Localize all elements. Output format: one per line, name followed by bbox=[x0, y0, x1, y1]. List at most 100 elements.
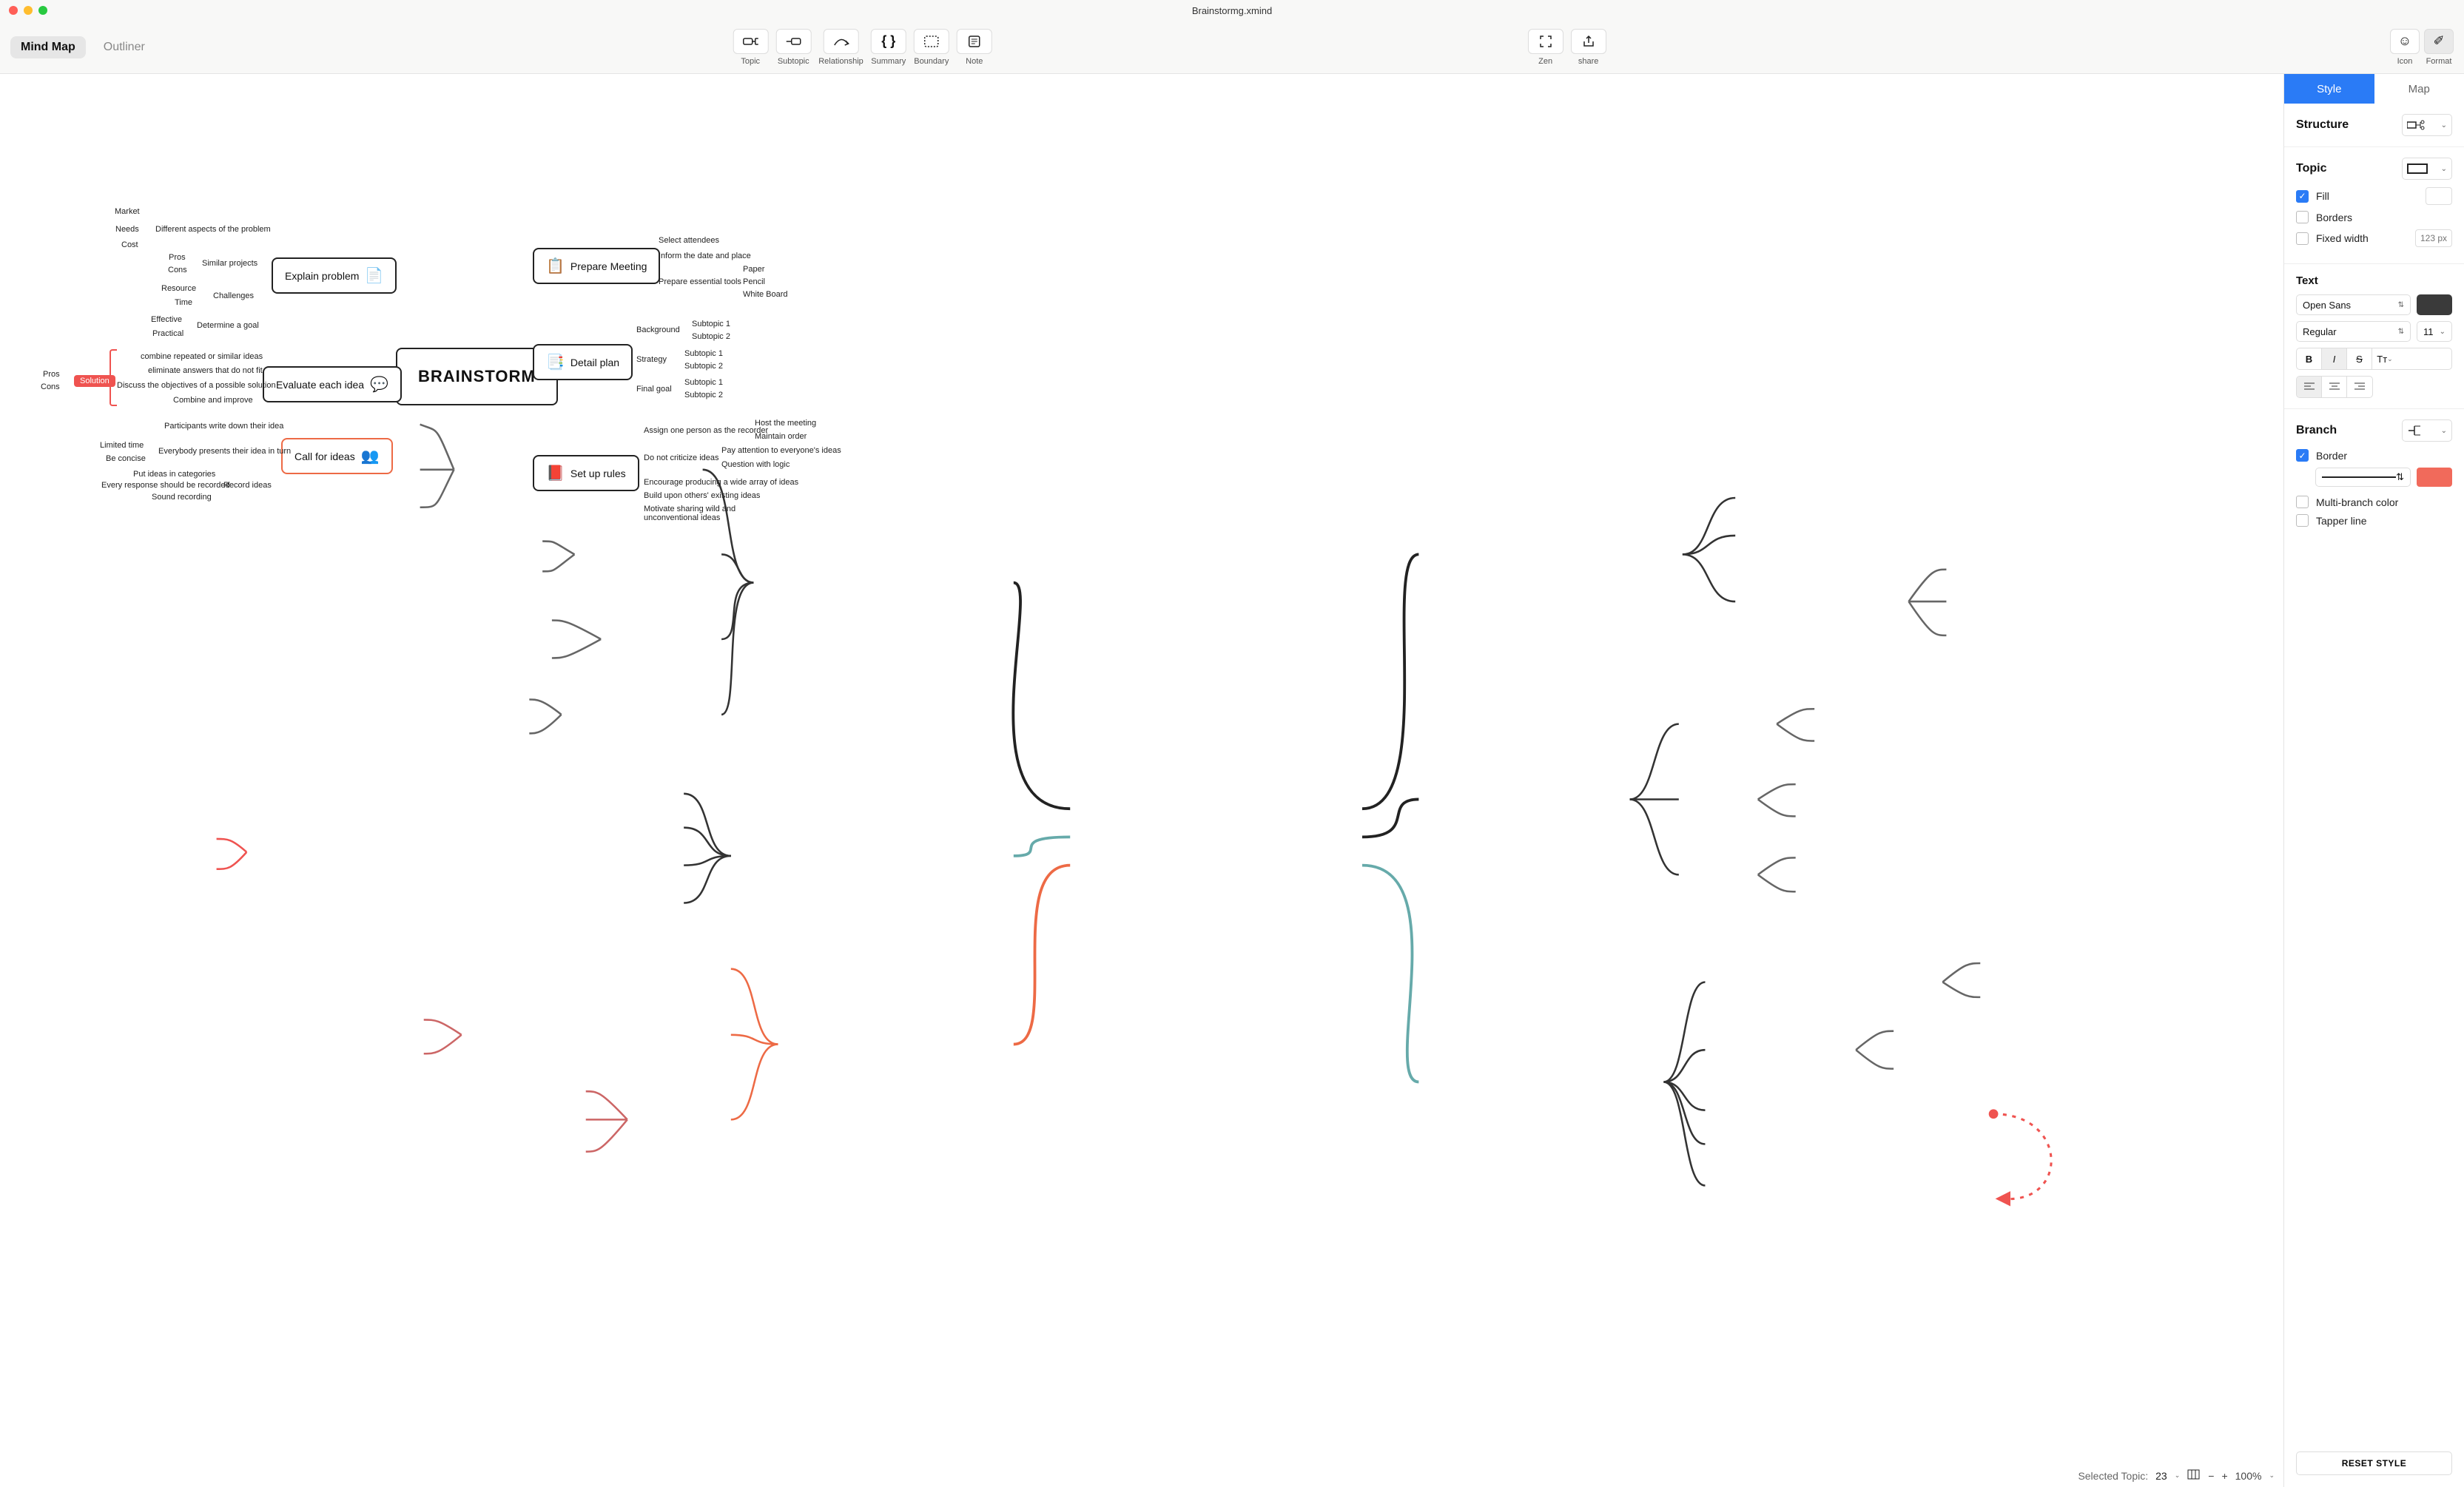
summary-button[interactable]: { } bbox=[871, 29, 906, 54]
font-size-select[interactable]: 11⌄ bbox=[2417, 321, 2452, 342]
structure-picker[interactable]: ⌄ bbox=[2402, 114, 2452, 136]
node-evaluate-each-idea[interactable]: Evaluate each idea 💬 bbox=[263, 366, 402, 402]
leaf[interactable]: Practical bbox=[152, 329, 184, 338]
subtopic-button[interactable] bbox=[775, 29, 811, 54]
leaf[interactable]: Subtopic 2 bbox=[692, 332, 730, 341]
subtopic[interactable]: Do not criticize ideas bbox=[644, 453, 719, 462]
leaf[interactable]: Pros bbox=[43, 370, 60, 379]
tab-mindmap[interactable]: Mind Map bbox=[10, 36, 86, 58]
subtopic[interactable]: Assign one person as the recorder bbox=[644, 426, 768, 435]
leaf[interactable]: Pay attention to everyone's ideas bbox=[721, 446, 841, 455]
subtopic[interactable]: eliminate answers that do not fit bbox=[148, 366, 263, 375]
font-weight-select[interactable]: Regular⇅ bbox=[2296, 321, 2411, 342]
border-checkbox[interactable]: ✓ bbox=[2296, 449, 2309, 462]
map-overview-icon[interactable] bbox=[2187, 1469, 2201, 1483]
leaf[interactable]: Maintain order bbox=[755, 432, 807, 441]
boundary-button[interactable] bbox=[914, 29, 949, 54]
leaf[interactable]: Subtopic 2 bbox=[684, 391, 723, 399]
text-case-button[interactable]: Tᴛ ⌄ bbox=[2372, 348, 2397, 369]
leaf[interactable]: Time bbox=[175, 298, 192, 307]
fixed-width-input[interactable] bbox=[2415, 229, 2452, 247]
leaf[interactable]: Pros bbox=[169, 253, 186, 262]
leaf[interactable]: Cons bbox=[41, 382, 60, 391]
tab-outliner[interactable]: Outliner bbox=[93, 36, 155, 58]
leaf[interactable]: Market bbox=[115, 207, 140, 216]
subtopic[interactable]: combine repeated or similar ideas bbox=[141, 352, 263, 361]
minimize-window-button[interactable] bbox=[24, 6, 33, 15]
leaf[interactable]: Host the meeting bbox=[755, 419, 816, 428]
leaf[interactable]: Cons bbox=[168, 266, 187, 274]
fill-checkbox[interactable]: ✓ bbox=[2296, 190, 2309, 203]
leaf[interactable]: Question with logic bbox=[721, 460, 790, 469]
mindmap-canvas[interactable]: BRAINSTORM Explain problem 📄 Evaluate ea… bbox=[0, 74, 2283, 1487]
leaf[interactable]: Resource bbox=[161, 284, 196, 293]
topic-button[interactable] bbox=[733, 29, 768, 54]
node-call-for-ideas[interactable]: Call for ideas 👥 bbox=[281, 438, 393, 474]
leaf[interactable]: Subtopic 1 bbox=[684, 378, 723, 387]
node-explain-problem[interactable]: Explain problem 📄 bbox=[272, 257, 397, 294]
subtopic[interactable]: Discuss the objectives of a possible sol… bbox=[117, 381, 276, 390]
leaf[interactable]: Put ideas in categories bbox=[133, 470, 215, 479]
leaf[interactable]: Paper bbox=[743, 265, 764, 274]
align-center-button[interactable] bbox=[2322, 377, 2347, 397]
subtopic[interactable]: Challenges bbox=[213, 291, 254, 300]
solution-tag[interactable]: Solution bbox=[74, 375, 115, 387]
format-button[interactable]: ✐ bbox=[2424, 29, 2454, 54]
node-set-up-rules[interactable]: 📕 Set up rules bbox=[533, 455, 639, 491]
zen-button[interactable] bbox=[1528, 29, 1563, 54]
subtopic[interactable]: Determine a goal bbox=[197, 321, 259, 330]
leaf[interactable]: White Board bbox=[743, 290, 788, 299]
topic-shape-picker[interactable]: ⌄ bbox=[2402, 158, 2452, 180]
leaf[interactable]: Subtopic 2 bbox=[684, 362, 723, 371]
leaf[interactable]: Every response should be recorded bbox=[101, 481, 230, 490]
borders-checkbox[interactable] bbox=[2296, 211, 2309, 223]
subtopic[interactable]: Select attendees bbox=[659, 236, 719, 245]
subtopic[interactable]: Build upon others' existing ideas bbox=[644, 491, 760, 500]
subtopic[interactable]: Inform the date and place bbox=[659, 252, 751, 260]
leaf[interactable]: Pencil bbox=[743, 277, 765, 286]
leaf[interactable]: Subtopic 1 bbox=[692, 320, 730, 328]
close-window-button[interactable] bbox=[9, 6, 18, 15]
selected-dropdown[interactable]: ⌄ bbox=[2175, 1471, 2181, 1480]
leaf[interactable]: Be concise bbox=[106, 454, 146, 463]
align-left-button[interactable] bbox=[2297, 377, 2322, 397]
subtopic[interactable]: Prepare essential tools bbox=[659, 277, 741, 286]
border-color-swatch[interactable] bbox=[2417, 468, 2452, 487]
note-button[interactable] bbox=[957, 29, 992, 54]
tapper-line-checkbox[interactable] bbox=[2296, 514, 2309, 527]
subtopic[interactable]: Motivate sharing wild and unconventional… bbox=[644, 505, 762, 522]
multi-branch-checkbox[interactable] bbox=[2296, 496, 2309, 508]
subtopic[interactable]: Strategy bbox=[636, 355, 667, 364]
border-line-select[interactable]: ⇅ bbox=[2315, 468, 2411, 487]
subtopic[interactable]: Different aspects of the problem bbox=[155, 225, 271, 234]
branch-style-picker[interactable]: ⌄ bbox=[2402, 419, 2452, 442]
subtopic[interactable]: Everybody presents their idea in turn bbox=[158, 447, 291, 456]
leaf[interactable]: Effective bbox=[151, 315, 182, 324]
icon-picker-button[interactable]: ☺ bbox=[2390, 29, 2420, 54]
leaf[interactable]: Sound recording bbox=[152, 493, 212, 502]
subtopic[interactable]: Final goal bbox=[636, 385, 672, 394]
subtopic[interactable]: Record ideas bbox=[223, 481, 272, 490]
zoom-in-button[interactable]: + bbox=[2221, 1470, 2227, 1482]
panel-tab-map[interactable]: Map bbox=[2374, 74, 2464, 104]
reset-style-button[interactable]: RESET STYLE bbox=[2296, 1451, 2452, 1475]
subtopic[interactable]: Encourage producing a wide array of idea… bbox=[644, 478, 798, 487]
subtopic[interactable]: Participants write down their idea bbox=[164, 422, 283, 431]
bold-button[interactable]: B bbox=[2297, 348, 2322, 369]
strike-button[interactable]: S bbox=[2347, 348, 2372, 369]
fixed-width-checkbox[interactable] bbox=[2296, 232, 2309, 245]
panel-tab-style[interactable]: Style bbox=[2284, 74, 2374, 104]
font-family-select[interactable]: Open Sans⇅ bbox=[2296, 294, 2411, 315]
zoom-out-button[interactable]: − bbox=[2208, 1470, 2214, 1482]
italic-button[interactable]: I bbox=[2322, 348, 2347, 369]
relationship-button[interactable] bbox=[823, 29, 858, 54]
share-button[interactable] bbox=[1571, 29, 1606, 54]
align-right-button[interactable] bbox=[2347, 377, 2372, 397]
zoom-dropdown[interactable]: ⌄ bbox=[2269, 1471, 2275, 1480]
subtopic[interactable]: Combine and improve bbox=[173, 396, 253, 405]
leaf[interactable]: Subtopic 1 bbox=[684, 349, 723, 358]
text-color-swatch[interactable] bbox=[2417, 294, 2452, 315]
zoom-window-button[interactable] bbox=[38, 6, 47, 15]
leaf[interactable]: Limited time bbox=[100, 441, 144, 450]
subtopic[interactable]: Background bbox=[636, 326, 680, 334]
